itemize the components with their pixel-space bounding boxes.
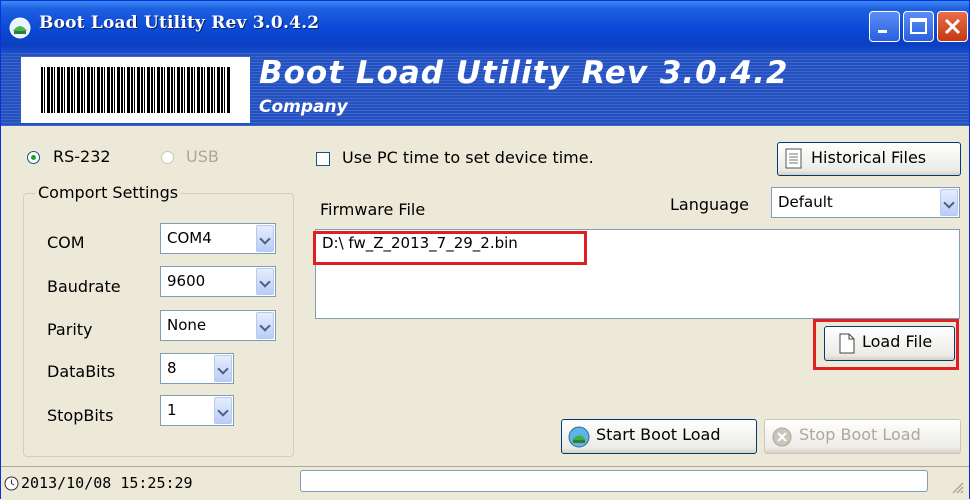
databits-value: 8 bbox=[167, 359, 177, 377]
firmware-file-label: Firmware File bbox=[320, 200, 426, 219]
window-title: Boot Load Utility Rev 3.0.4.2 bbox=[39, 13, 320, 33]
use-pc-time-checkbox[interactable] bbox=[316, 152, 330, 166]
barcode-bars bbox=[41, 67, 231, 113]
app-icon bbox=[9, 17, 31, 39]
usb-label: USB bbox=[186, 147, 219, 166]
chevron-down-icon[interactable] bbox=[214, 355, 232, 382]
stopbits-select[interactable]: 1 bbox=[160, 395, 234, 426]
app-window: Boot Load Utility Rev 3.0.4.2 Boot Load … bbox=[0, 0, 970, 500]
document-list-icon bbox=[785, 148, 802, 169]
com-value: COM4 bbox=[167, 229, 212, 247]
close-icon bbox=[944, 18, 961, 35]
chevron-down-icon[interactable] bbox=[214, 397, 232, 424]
baudrate-select[interactable]: 9600 bbox=[160, 266, 276, 297]
barcode-logo bbox=[21, 57, 250, 123]
minimize-icon bbox=[878, 30, 887, 33]
chevron-down-icon[interactable] bbox=[256, 225, 274, 252]
maximize-button[interactable] bbox=[903, 11, 934, 42]
databits-label: DataBits bbox=[47, 362, 116, 381]
parity-select[interactable]: None bbox=[160, 310, 276, 341]
status-message-field bbox=[300, 470, 928, 492]
parity-label: Parity bbox=[47, 320, 93, 339]
parity-value: None bbox=[167, 316, 207, 334]
usb-radio[interactable] bbox=[161, 151, 174, 164]
historical-files-button[interactable]: Historical Files bbox=[777, 142, 961, 176]
databits-select[interactable]: 8 bbox=[160, 353, 234, 384]
clock-icon bbox=[4, 476, 19, 491]
start-boot-load-button[interactable]: Start Boot Load bbox=[561, 419, 757, 454]
maximize-icon bbox=[910, 18, 927, 34]
comport-settings-legend: Comport Settings bbox=[35, 183, 182, 202]
chevron-down-icon[interactable] bbox=[940, 189, 958, 216]
stopbits-value: 1 bbox=[167, 401, 177, 419]
rs232-radio[interactable] bbox=[27, 151, 40, 164]
rs232-label: RS-232 bbox=[53, 147, 111, 166]
chevron-down-icon[interactable] bbox=[256, 312, 274, 339]
baudrate-value: 9600 bbox=[167, 272, 206, 290]
close-button[interactable] bbox=[937, 11, 968, 42]
banner-title: Boot Load Utility Rev 3.0.4.2 bbox=[259, 55, 789, 91]
com-select[interactable]: COM4 bbox=[160, 223, 276, 254]
language-value: Default bbox=[778, 193, 833, 211]
com-label: COM bbox=[47, 233, 85, 252]
status-datetime: 2013/10/08 15:25:29 bbox=[21, 474, 193, 492]
stop-boot-load-button[interactable]: Stop Boot Load bbox=[764, 419, 961, 454]
language-select[interactable]: Default bbox=[771, 187, 960, 218]
banner-company: Company bbox=[259, 97, 348, 117]
minimize-button[interactable] bbox=[869, 11, 900, 42]
stopbits-label: StopBits bbox=[47, 406, 114, 425]
highlight-firmware-path bbox=[313, 231, 587, 265]
baudrate-label: Baudrate bbox=[47, 277, 121, 296]
start-boot-load-label: Start Boot Load bbox=[596, 425, 721, 444]
title-bar[interactable]: Boot Load Utility Rev 3.0.4.2 bbox=[1, 1, 969, 53]
use-pc-time-label: Use PC time to set device time. bbox=[342, 148, 594, 167]
highlight-load-file bbox=[813, 319, 959, 370]
chevron-down-icon[interactable] bbox=[256, 268, 274, 295]
resize-grip-icon[interactable] bbox=[951, 481, 965, 495]
start-icon bbox=[568, 426, 590, 448]
historical-files-label: Historical Files bbox=[811, 148, 927, 167]
banner: Boot Load Utility Rev 3.0.4.2 Company bbox=[1, 53, 969, 126]
stop-boot-load-label: Stop Boot Load bbox=[799, 425, 921, 444]
stop-icon bbox=[772, 427, 792, 447]
language-label: Language bbox=[670, 195, 749, 214]
